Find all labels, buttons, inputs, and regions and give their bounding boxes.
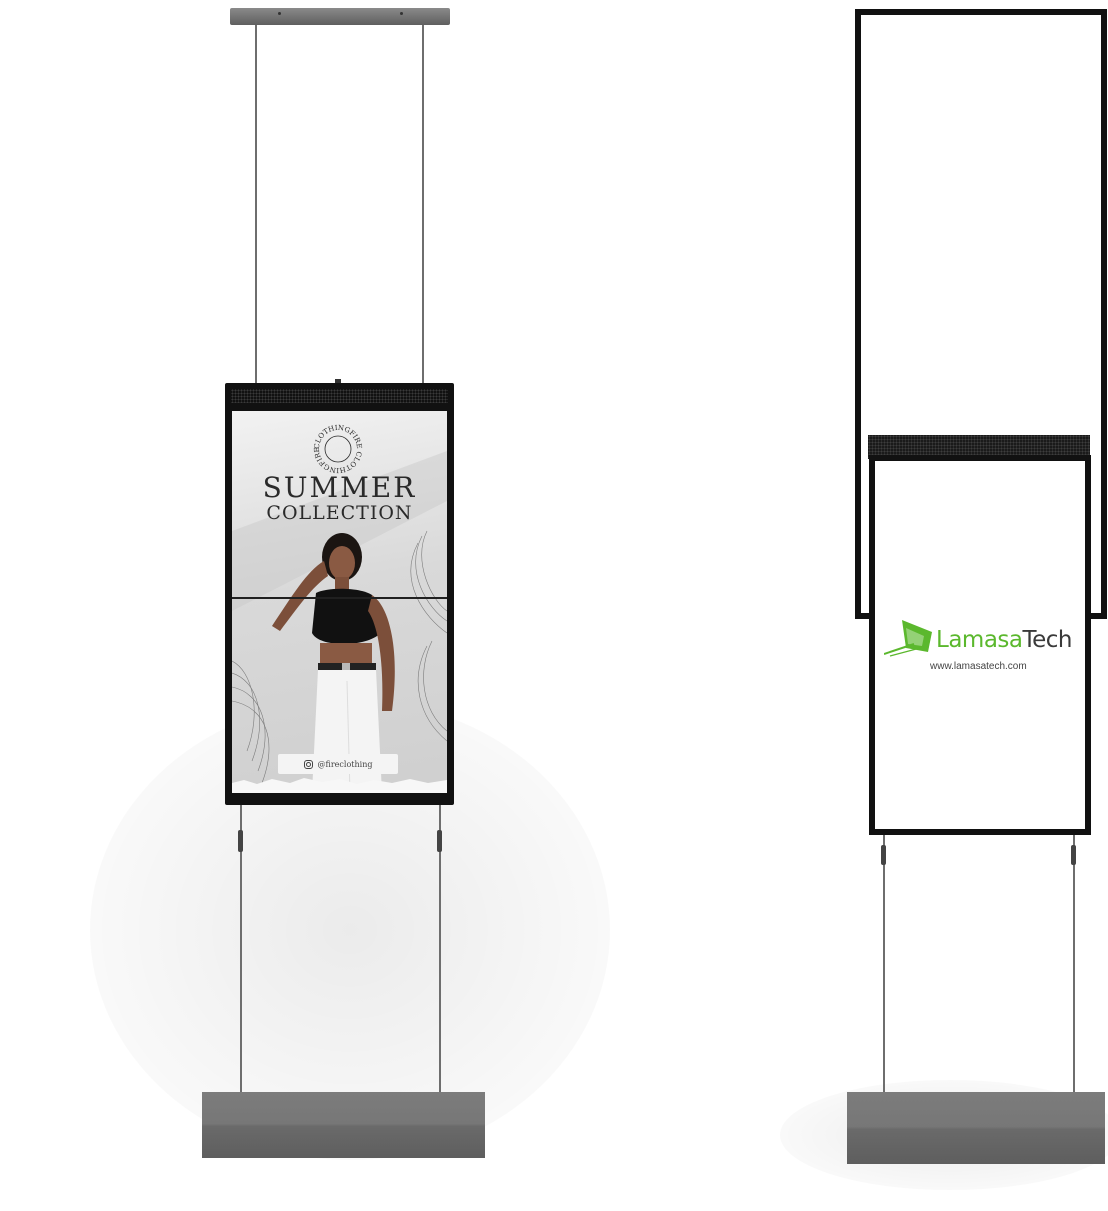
promo-title-line1: SUMMER — [262, 471, 417, 504]
display-seam — [232, 597, 447, 599]
promo-title: SUMMER COLLECTION — [232, 471, 447, 524]
suspension-wire-right-a — [883, 835, 885, 1097]
brand-name-prefix: Lamasa — [936, 627, 1023, 653]
promo-title-line2: COLLECTION — [266, 502, 413, 524]
suspension-wire-left-top-b — [422, 25, 424, 383]
sensor-knob — [335, 379, 341, 383]
brand-ring-logo: CLOTHINGFIRE CLOTHINGFIRE — [313, 424, 363, 474]
screw-icon — [278, 12, 281, 15]
turnbuckle-icon — [238, 830, 243, 852]
right-floor-base — [847, 1092, 1105, 1164]
ceiling-mount-plate — [230, 8, 450, 25]
social-handle-chip: @fireclothing — [278, 754, 398, 774]
lamasatech-logo-icon — [884, 620, 932, 657]
suspension-wire-left-top-a — [255, 25, 257, 383]
speaker-grill — [231, 389, 448, 403]
left-floor-base — [202, 1092, 485, 1158]
left-display-panel: CLOTHINGFIRE CLOTHINGFIRE SUMMER COLLECT… — [225, 379, 454, 805]
torn-paper-edge — [232, 778, 447, 793]
social-handle: @fireclothing — [317, 759, 373, 769]
instagram-icon — [303, 759, 313, 769]
turnbuckle-icon — [437, 830, 442, 852]
turnbuckle-icon — [881, 845, 886, 865]
suspension-wire-right-b — [1073, 835, 1075, 1097]
svg-text:CLOTHINGFIRE CLOTHINGFIRE: CLOTHINGFIRE CLOTHINGFIRE — [313, 424, 363, 474]
left-display-screen: CLOTHINGFIRE CLOTHINGFIRE SUMMER COLLECT… — [232, 411, 447, 793]
brand-ring-text: CLOTHINGFIRE CLOTHINGFIRE — [313, 424, 363, 474]
brand-website: www.lamasatech.com — [930, 661, 1027, 672]
brand-name: LamasaTech — [936, 627, 1072, 653]
brand-name-suffix: Tech — [1022, 627, 1072, 653]
turnbuckle-icon — [1071, 845, 1076, 865]
screw-icon — [400, 12, 403, 15]
